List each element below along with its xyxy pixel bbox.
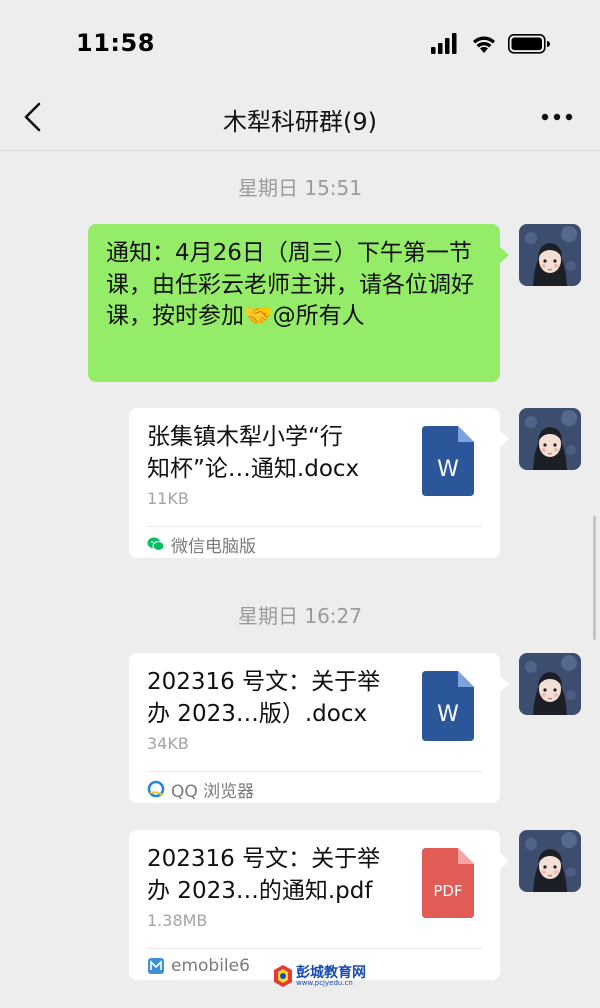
sender-avatar[interactable] <box>519 224 581 286</box>
qq-browser-icon <box>147 780 165 798</box>
file-message-card[interactable]: 202316 号文：关于举 办 2023…版）.docx 34KB W QQ 浏… <box>129 653 509 803</box>
more-dots-icon <box>541 113 573 121</box>
file-message-card[interactable]: 张集镇木犁小学“行 知杯”论…通知.docx 11KB W 微信电脑版 <box>129 408 509 558</box>
site-watermark: 彭城教育网 www.pcjyedu.cn <box>272 962 372 1002</box>
watermark-url: www.pcjyedu.cn <box>296 979 353 987</box>
file-size: 1.38MB <box>147 911 208 930</box>
card-divider <box>147 771 482 772</box>
file-source: emobile6 <box>147 955 250 977</box>
status-bar: 11:58 <box>0 0 600 82</box>
file-source-label: QQ 浏览器 <box>171 781 255 802</box>
card-divider <box>147 526 482 527</box>
time-separator: 星期日 16:27 <box>238 604 362 628</box>
file-message-card[interactable]: 202316 号文：关于举 办 2023…的通知.pdf 1.38MB PDF … <box>129 830 509 980</box>
pdf-document-icon: PDF <box>422 848 474 918</box>
word-document-icon: W <box>422 426 474 496</box>
sender-avatar[interactable] <box>519 653 581 715</box>
time-separator: 星期日 15:51 <box>238 176 362 200</box>
chat-title: 木犁科研群(9) <box>223 108 377 136</box>
wechat-icon <box>147 535 165 553</box>
text-message-bubble[interactable]: 通知：4月26日（周三）下午第一节课，由任彩云老师主讲，请各位调好课，按时参加🤝… <box>88 224 509 382</box>
file-type-label: PDF <box>433 882 462 900</box>
more-options-button[interactable] <box>536 102 580 132</box>
file-name: 202316 号文：关于举 办 2023…版）.docx <box>147 669 381 727</box>
status-time: 11:58 <box>76 29 155 57</box>
battery-icon <box>508 34 550 54</box>
card-divider <box>147 948 482 949</box>
file-size: 11KB <box>147 489 189 508</box>
file-source: QQ 浏览器 <box>147 778 255 802</box>
file-name: 张集镇木犁小学“行 知杯”论…通知.docx <box>147 424 360 482</box>
scroll-indicator[interactable] <box>593 516 596 640</box>
status-icons <box>430 32 560 56</box>
emobile-icon <box>147 957 165 975</box>
file-type-label: W <box>437 457 459 482</box>
navigation-bar: 木犁科研群(9) <box>0 82 600 151</box>
sender-avatar[interactable] <box>519 408 581 470</box>
sender-avatar[interactable] <box>519 830 581 892</box>
file-name: 202316 号文：关于举 办 2023…的通知.pdf <box>147 846 381 904</box>
file-source-label: emobile6 <box>171 956 250 976</box>
message-text: 通知：4月26日（周三）下午第一节课，由任彩云老师主讲，请各位调好课，按时参加🤝… <box>106 240 474 329</box>
word-document-icon: W <box>422 671 474 741</box>
file-source: 微信电脑版 <box>147 533 256 557</box>
watermark-logo-icon <box>274 965 292 987</box>
wifi-icon <box>473 36 495 53</box>
file-source-label: 微信电脑版 <box>171 536 256 557</box>
file-size: 34KB <box>147 734 189 753</box>
file-type-label: W <box>437 702 459 727</box>
cellular-signal-icon <box>431 33 457 54</box>
